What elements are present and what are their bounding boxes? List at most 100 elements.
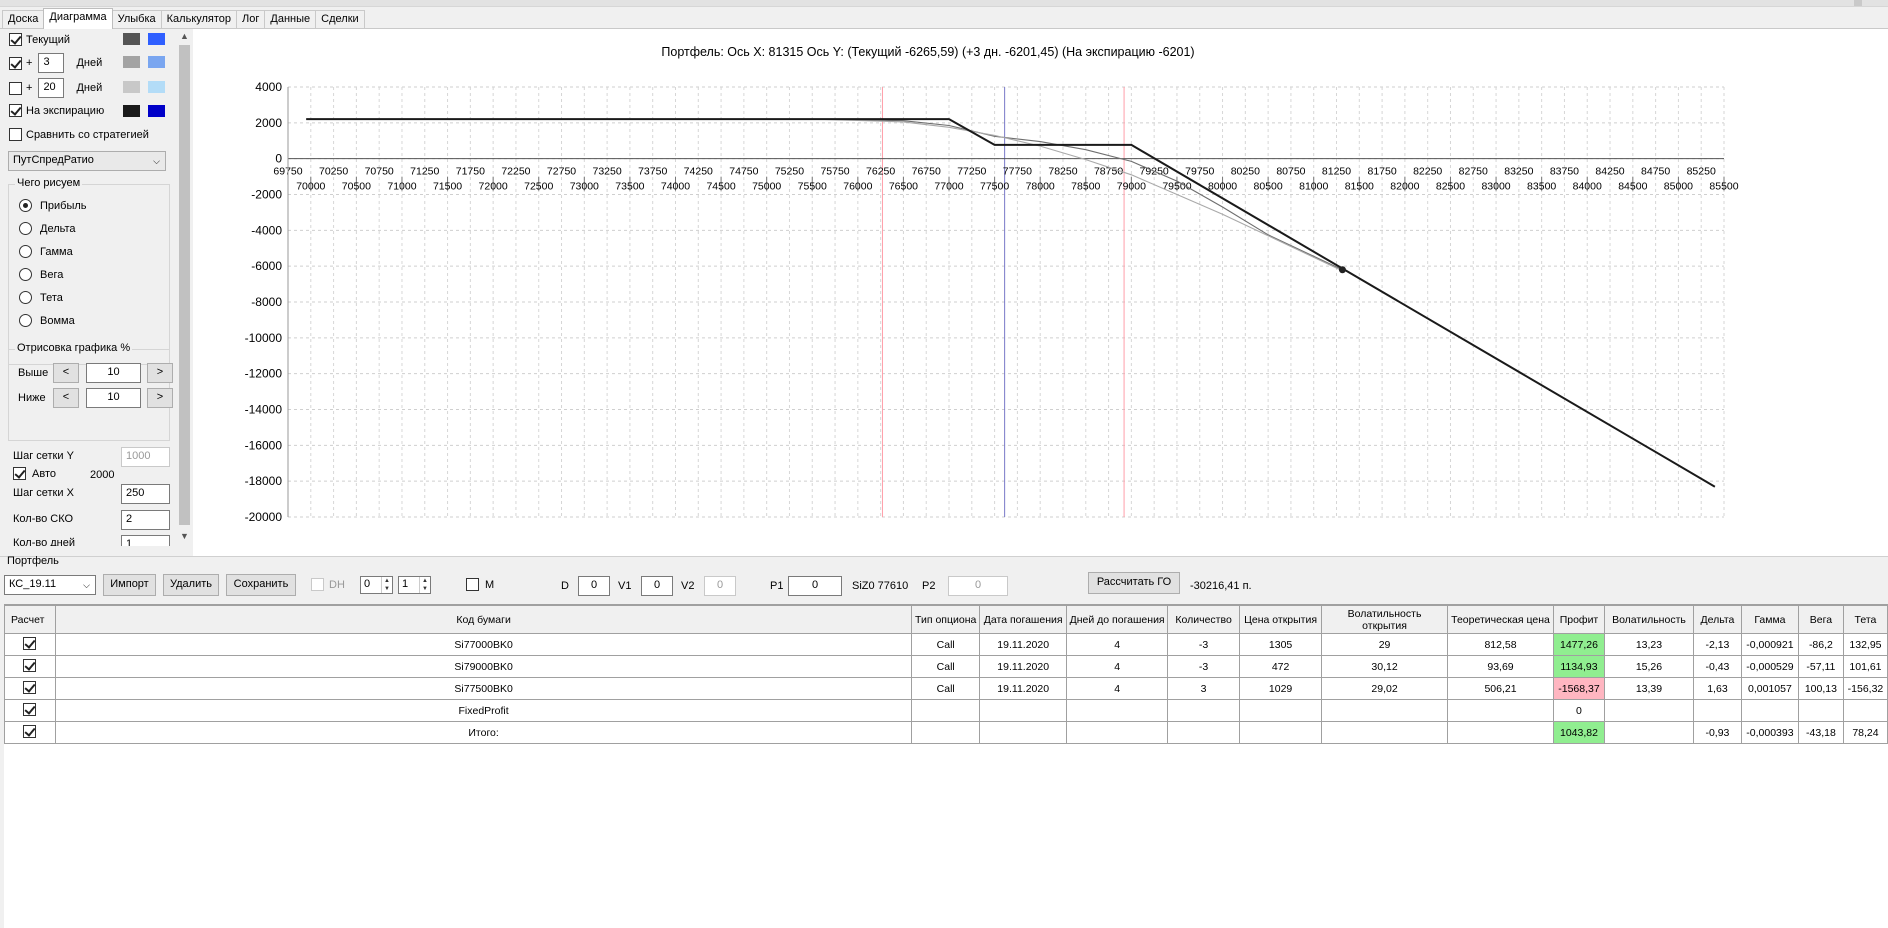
calc-checkbox-cell[interactable] bbox=[4, 699, 56, 722]
grid-x-input[interactable]: 250 bbox=[121, 484, 170, 504]
series-plus20-checkbox[interactable] bbox=[9, 81, 22, 95]
col-header-calc[interactable]: Расчет bbox=[4, 605, 56, 634]
calc-checkbox-cell[interactable] bbox=[4, 677, 56, 700]
draw-option-vomma[interactable]: Вомма bbox=[19, 314, 75, 327]
draw-option-profit[interactable]: Прибыль bbox=[19, 199, 87, 212]
spin-2-value: 1 bbox=[402, 578, 409, 590]
series-plus20-color-swatch[interactable] bbox=[123, 81, 140, 93]
radio-icon[interactable] bbox=[19, 314, 32, 327]
chevron-down-icon[interactable]: ▼ bbox=[180, 531, 189, 541]
spin-2[interactable]: 1 ▲ ▼ bbox=[398, 576, 431, 594]
window-control[interactable] bbox=[1854, 0, 1862, 6]
draw-option-delta[interactable]: Дельта bbox=[19, 222, 76, 235]
sko-input[interactable]: 2 bbox=[121, 510, 170, 530]
spin-arrows-icon[interactable]: ▲ ▼ bbox=[381, 577, 392, 593]
radio-icon[interactable] bbox=[19, 222, 32, 235]
import-button[interactable]: Импорт bbox=[103, 574, 156, 596]
col-header-open-price[interactable]: Цена открытия bbox=[1239, 605, 1323, 634]
col-header-theo-price[interactable]: Теоретическая цена bbox=[1447, 605, 1554, 634]
series-plus3-alt-color-swatch[interactable] bbox=[148, 56, 165, 68]
calculate-margin-button[interactable]: Рассчитать ГО bbox=[1088, 572, 1180, 594]
calc-checkbox[interactable] bbox=[23, 658, 37, 672]
scrollbar-thumb[interactable] bbox=[179, 45, 190, 525]
compare-strategy-checkbox[interactable] bbox=[9, 128, 22, 141]
col-header-delta[interactable]: Дельта bbox=[1692, 605, 1742, 634]
grid-y-input[interactable]: 1000 bbox=[121, 447, 170, 467]
above-increase-button[interactable]: > bbox=[147, 363, 173, 383]
col-header-date[interactable]: Дата погашения bbox=[979, 605, 1068, 634]
col-header-open-vol[interactable]: Волатильность открытия bbox=[1321, 605, 1449, 634]
auto-checkbox[interactable] bbox=[13, 467, 26, 480]
radio-icon[interactable] bbox=[19, 268, 32, 281]
calc-checkbox[interactable] bbox=[23, 702, 37, 716]
col-header-type[interactable]: Тип опциона bbox=[911, 605, 981, 634]
dh-checkbox[interactable] bbox=[311, 578, 324, 591]
col-header-code[interactable]: Код бумаги bbox=[54, 605, 913, 634]
col-header-profit[interactable]: Профит bbox=[1552, 605, 1605, 634]
strategy-select[interactable]: ПутСпредРатио ⌵ bbox=[8, 151, 166, 171]
spin-arrows-icon[interactable]: ▲ ▼ bbox=[419, 577, 430, 593]
calc-checkbox[interactable] bbox=[23, 636, 37, 650]
v1-input[interactable]: 0 bbox=[641, 576, 673, 596]
series-current-alt-color-swatch[interactable] bbox=[148, 33, 165, 45]
v2-input[interactable]: 0 bbox=[704, 576, 736, 596]
chart-canvas[interactable]: Портфель: Ось X: 81315 Ось Y: (Текущий -… bbox=[193, 29, 1888, 556]
series-plus20-days-input[interactable]: 20 bbox=[38, 78, 65, 98]
series-plus3-color-swatch[interactable] bbox=[123, 56, 140, 68]
below-increase-button[interactable]: > bbox=[147, 388, 173, 408]
series-plus20-alt-color-swatch[interactable] bbox=[148, 81, 165, 93]
tab-data[interactable]: Данные bbox=[264, 10, 317, 29]
portfolio-select[interactable]: КС_19.11 ⌵ bbox=[4, 575, 96, 595]
series-expiration-color-swatch[interactable] bbox=[123, 105, 140, 117]
tab-smile[interactable]: Улыбка bbox=[111, 10, 162, 29]
draw-option-vega[interactable]: Вега bbox=[19, 268, 63, 281]
table-row[interactable]: Итого: 1043,82 -0,93 -0,000393 -43,18 78,24 bbox=[4, 721, 1888, 744]
spin-1[interactable]: 0 ▲ ▼ bbox=[360, 576, 393, 594]
profit-chart[interactable]: Портфель: Ось X: 81315 Ось Y: (Текущий -… bbox=[193, 29, 1888, 556]
tab-deals[interactable]: Сделки bbox=[315, 10, 365, 29]
tab-diagram[interactable]: Диаграмма bbox=[43, 8, 113, 29]
table-row[interactable]: Si79000BK0 Call 19.11.2020 4 -3 472 30,12 93,69… bbox=[4, 655, 1888, 678]
tab-board[interactable]: Доска bbox=[2, 10, 45, 29]
delete-button[interactable]: Удалить bbox=[163, 574, 219, 596]
d-input[interactable]: 0 bbox=[578, 576, 610, 596]
days-count-input[interactable]: 1 bbox=[121, 535, 170, 546]
table-row[interactable]: Si77500BK0 Call 19.11.2020 4 3 1029 29,02 506,2… bbox=[4, 677, 1888, 700]
table-row[interactable]: FixedProfit 0 bbox=[4, 699, 1888, 722]
radio-icon[interactable] bbox=[19, 199, 32, 212]
series-expiration-alt-color-swatch[interactable] bbox=[148, 105, 165, 117]
col-header-gamma[interactable]: Гамма bbox=[1740, 605, 1799, 634]
above-input[interactable]: 10 bbox=[86, 363, 141, 383]
calc-checkbox-cell[interactable] bbox=[4, 655, 56, 678]
col-header-vega[interactable]: Вега bbox=[1797, 605, 1844, 634]
chevron-up-icon[interactable]: ▲ bbox=[180, 31, 189, 41]
series-expiration-checkbox[interactable] bbox=[9, 104, 22, 117]
series-plus3-days-input[interactable]: 3 bbox=[38, 53, 65, 73]
below-decrease-button[interactable]: < bbox=[53, 388, 79, 408]
draw-option-theta[interactable]: Тета bbox=[19, 291, 63, 304]
m-checkbox[interactable] bbox=[466, 578, 479, 591]
below-input[interactable]: 10 bbox=[86, 388, 141, 408]
col-header-days[interactable]: Дней до погашения bbox=[1066, 605, 1169, 634]
tab-calculator[interactable]: Калькулятор bbox=[160, 10, 238, 29]
p2-input[interactable]: 0 bbox=[948, 576, 1008, 596]
radio-icon[interactable] bbox=[19, 291, 32, 304]
col-header-theta[interactable]: Тета bbox=[1842, 605, 1888, 634]
calc-checkbox-cell[interactable] bbox=[4, 633, 56, 656]
radio-icon[interactable] bbox=[19, 245, 32, 258]
table-row[interactable]: Si77000BK0 Call 19.11.2020 4 -3 1305 29 812,58 1… bbox=[4, 633, 1888, 656]
settings-scrollbar[interactable]: ▲ ▼ bbox=[177, 29, 192, 544]
col-header-vol[interactable]: Волатильность bbox=[1603, 605, 1694, 634]
save-button[interactable]: Сохранить bbox=[226, 574, 296, 596]
calc-checkbox[interactable] bbox=[23, 724, 37, 738]
draw-option-gamma[interactable]: Гамма bbox=[19, 245, 73, 258]
series-current-color-swatch[interactable] bbox=[123, 33, 140, 45]
calc-checkbox-cell[interactable] bbox=[4, 721, 56, 744]
above-decrease-button[interactable]: < bbox=[53, 363, 79, 383]
p1-input[interactable]: 0 bbox=[788, 576, 842, 596]
tab-log[interactable]: Лог bbox=[236, 10, 266, 29]
series-current-checkbox[interactable] bbox=[9, 33, 22, 46]
calc-checkbox[interactable] bbox=[23, 680, 37, 694]
series-plus3-checkbox[interactable] bbox=[9, 56, 22, 70]
col-header-qty[interactable]: Количество bbox=[1167, 605, 1241, 634]
